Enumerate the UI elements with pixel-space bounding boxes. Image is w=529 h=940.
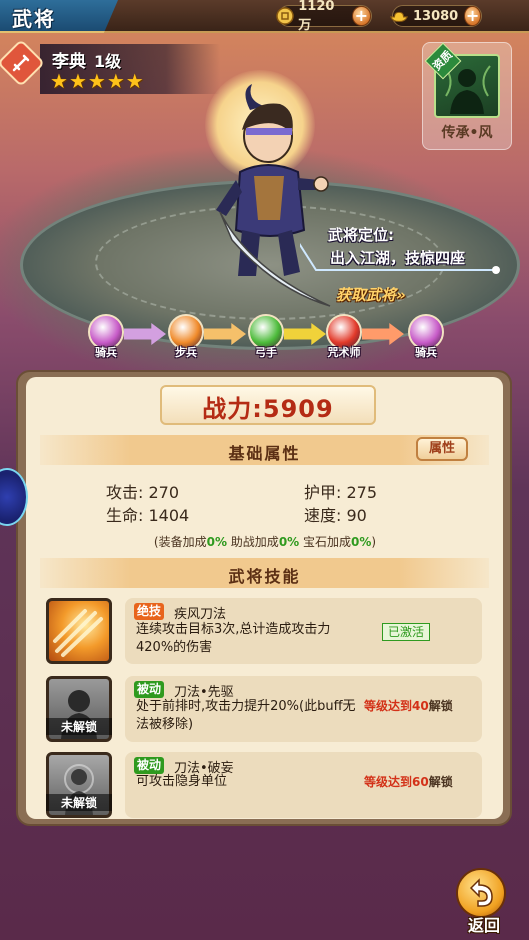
skill-2-tag: 被动	[134, 681, 165, 698]
coin-icon	[275, 6, 294, 26]
attack-label: 攻击:	[106, 483, 144, 502]
speed-value: 90	[346, 506, 367, 525]
class-node-5[interactable]: 骑兵	[404, 314, 448, 366]
star-icon: ★	[50, 69, 68, 93]
skill-3-tag: 被动	[134, 757, 165, 774]
skill-3-desc: 可攻击隐身单位	[136, 774, 228, 789]
class-label: 弓手	[255, 346, 277, 359]
equip-bonus-label: 装备加成	[158, 535, 207, 549]
star-icon: ★	[68, 69, 87, 93]
hp-value: 1404	[148, 506, 190, 525]
skill-2-locked-label: 未解锁	[46, 718, 112, 735]
coin-counter: 1120万 +	[275, 0, 372, 33]
skill-2-req-suffix: 解锁	[428, 699, 453, 713]
skill-2-unlock-requirement: 等级达到40解锁	[364, 697, 453, 714]
add-ingots-button[interactable]: +	[464, 6, 481, 26]
speed-label: 速度:	[304, 506, 342, 525]
bonus-summary: (装备加成0% 助战加成0% 宝石加成0%)	[100, 533, 430, 550]
skill-2-desc: 处于前排时,攻击力提升20%(此buff无法被移除)	[136, 699, 356, 732]
add-coins-button[interactable]: +	[351, 6, 371, 26]
return-arrow-icon	[456, 868, 506, 918]
class-node-2[interactable]: 步兵	[164, 314, 208, 366]
assist-bonus-label: 助战加成	[230, 535, 279, 549]
hero-star-rating: ★ ★ ★ ★ ★	[50, 71, 144, 91]
ingot-amount: 13080	[413, 8, 459, 24]
page-title: 武将	[12, 7, 56, 31]
hp-stat: 生命: 1404	[106, 502, 189, 526]
skill-2-req-level: 40	[412, 699, 429, 713]
skill-3-unlock-requirement: 等级达到60解锁	[364, 773, 453, 790]
skills-title: 武将技能	[228, 567, 301, 586]
skill-3-locked-label: 未解锁	[46, 794, 112, 811]
attributes-detail-button[interactable]: 属性	[416, 437, 468, 461]
ingot-counter: 13080 +	[389, 5, 482, 27]
class-node-1[interactable]: 骑兵	[84, 314, 128, 366]
equip-bonus-value: 0%	[206, 535, 227, 549]
role-label: 武将定位:	[328, 226, 394, 244]
skill-1-desc: 连续攻击目标3次,总计造成攻击力420%的伤害	[136, 622, 331, 655]
star-icon: ★	[87, 69, 106, 93]
gold-ingot-icon	[389, 6, 409, 26]
role-text: 出入江湖，技惊四座	[330, 249, 466, 267]
bonus-close-paren: )	[371, 535, 377, 549]
class-node-3[interactable]: 弓手	[244, 314, 288, 366]
skill-3-req-level: 60	[412, 775, 429, 789]
coin-amount: 1120万	[298, 0, 335, 33]
inheritance-label: 传承•风	[441, 125, 493, 141]
double-chevron-icon: »	[396, 286, 406, 304]
armor-label: 护甲:	[304, 483, 342, 502]
combat-power: 战力:5909	[202, 395, 334, 423]
gale-blade-skill-icon[interactable]	[46, 598, 112, 664]
star-icon: ★	[106, 69, 125, 93]
class-label: 骑兵	[95, 346, 117, 359]
skill-1-status-badge: 已激活	[382, 623, 430, 641]
sword-icon	[9, 51, 33, 75]
gem-bonus-label: 宝石加成	[303, 535, 352, 549]
skill-2-req-prefix: 等级达到	[364, 699, 413, 713]
assist-bonus-value: 0%	[278, 535, 300, 549]
acquire-hero-label: 获取武将	[336, 286, 397, 304]
skill-1-tag: 绝技	[134, 603, 165, 620]
gem-bonus-value: 0%	[351, 535, 372, 549]
star-icon: ★	[125, 69, 144, 93]
hp-label: 生命:	[106, 506, 144, 525]
armor-stat: 护甲: 275	[304, 479, 377, 503]
class-node-4[interactable]: 咒术师	[322, 314, 366, 366]
attack-stat: 攻击: 270	[106, 479, 179, 503]
armor-value: 275	[346, 483, 378, 502]
class-label: 咒术师	[327, 346, 361, 359]
acquire-hero-link[interactable]: 获取武将»	[336, 284, 406, 305]
speed-stat: 速度: 90	[304, 502, 367, 526]
attack-value: 270	[148, 483, 180, 502]
skill-1-name: 疾风刀法	[174, 607, 227, 622]
hero-portrait	[180, 80, 360, 320]
class-label: 骑兵	[415, 346, 437, 359]
return-label: 返回	[467, 916, 500, 935]
skill-3-req-prefix: 等级达到	[364, 775, 413, 789]
class-label: 步兵	[175, 346, 197, 359]
skill-3-req-suffix: 解锁	[428, 775, 453, 789]
